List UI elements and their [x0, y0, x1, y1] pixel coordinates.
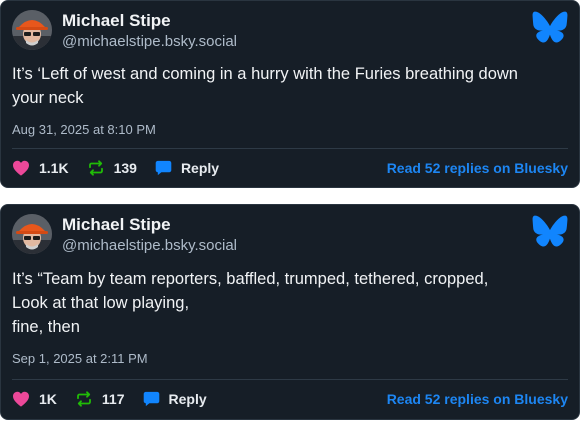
reply-button[interactable]: Reply — [143, 391, 207, 407]
avatar[interactable] — [12, 10, 52, 50]
reply-button[interactable]: Reply — [155, 160, 219, 176]
like-button[interactable]: 1K — [12, 391, 57, 407]
avatar[interactable] — [12, 214, 52, 254]
avatar-image — [12, 10, 52, 50]
post-text: It’s ‘Left of west and coming in a hurry… — [12, 62, 565, 110]
post-text-line: Look at that low playing, — [12, 294, 190, 312]
repost-count: 117 — [101, 391, 125, 407]
repost-count: 139 — [113, 160, 137, 176]
bluesky-butterfly-icon[interactable] — [532, 215, 568, 247]
divider — [12, 379, 568, 380]
repost-button[interactable]: 139 — [87, 159, 137, 177]
post-text-line: fine, then — [12, 318, 80, 336]
read-replies-link[interactable]: Read 52 replies on Bluesky — [387, 391, 568, 407]
like-count: 1K — [39, 391, 57, 407]
reply-label: Reply — [180, 160, 220, 176]
author-name[interactable]: Michael Stipe — [62, 214, 171, 236]
post-text-line: It’s ‘Left of west and coming in a hurry… — [12, 65, 518, 83]
heart-icon — [13, 160, 29, 176]
heart-icon — [13, 391, 29, 407]
repost-button[interactable]: 117 — [75, 390, 125, 408]
post-text: It’s “Team by team reporters, baffled, t… — [12, 267, 565, 339]
repost-icon — [77, 391, 91, 407]
bluesky-post-card: Michael Stipe @michaelstipe.bsky.social … — [0, 0, 580, 188]
post-text-line: your neck — [12, 89, 84, 107]
like-button[interactable]: 1.1K — [12, 160, 69, 176]
post-text-line: It’s “Team by team reporters, baffled, t… — [12, 270, 489, 288]
avatar-image — [12, 214, 52, 254]
author-name[interactable]: Michael Stipe — [62, 10, 171, 32]
post-actions: 1K 117 Reply Read 52 replies on Bluesky — [12, 387, 568, 411]
reply-icon — [155, 160, 172, 176]
read-replies-link[interactable]: Read 52 replies on Bluesky — [387, 160, 568, 176]
post-timestamp[interactable]: Aug 31, 2025 at 8:10 PM — [12, 121, 156, 139]
bluesky-butterfly-icon[interactable] — [532, 11, 568, 43]
post-timestamp[interactable]: Sep 1, 2025 at 2:11 PM — [12, 350, 148, 368]
author-handle[interactable]: @michaelstipe.bsky.social — [62, 32, 237, 52]
post-actions: 1.1K 139 Reply Read 52 replies on Bluesk… — [12, 156, 568, 180]
reply-label: Reply — [168, 391, 207, 407]
like-count: 1.1K — [39, 160, 69, 176]
bluesky-post-card: Michael Stipe @michaelstipe.bsky.social … — [0, 204, 580, 420]
repost-icon — [88, 160, 103, 176]
reply-icon — [143, 391, 159, 407]
divider — [12, 148, 568, 149]
author-handle[interactable]: @michaelstipe.bsky.social — [62, 236, 237, 256]
